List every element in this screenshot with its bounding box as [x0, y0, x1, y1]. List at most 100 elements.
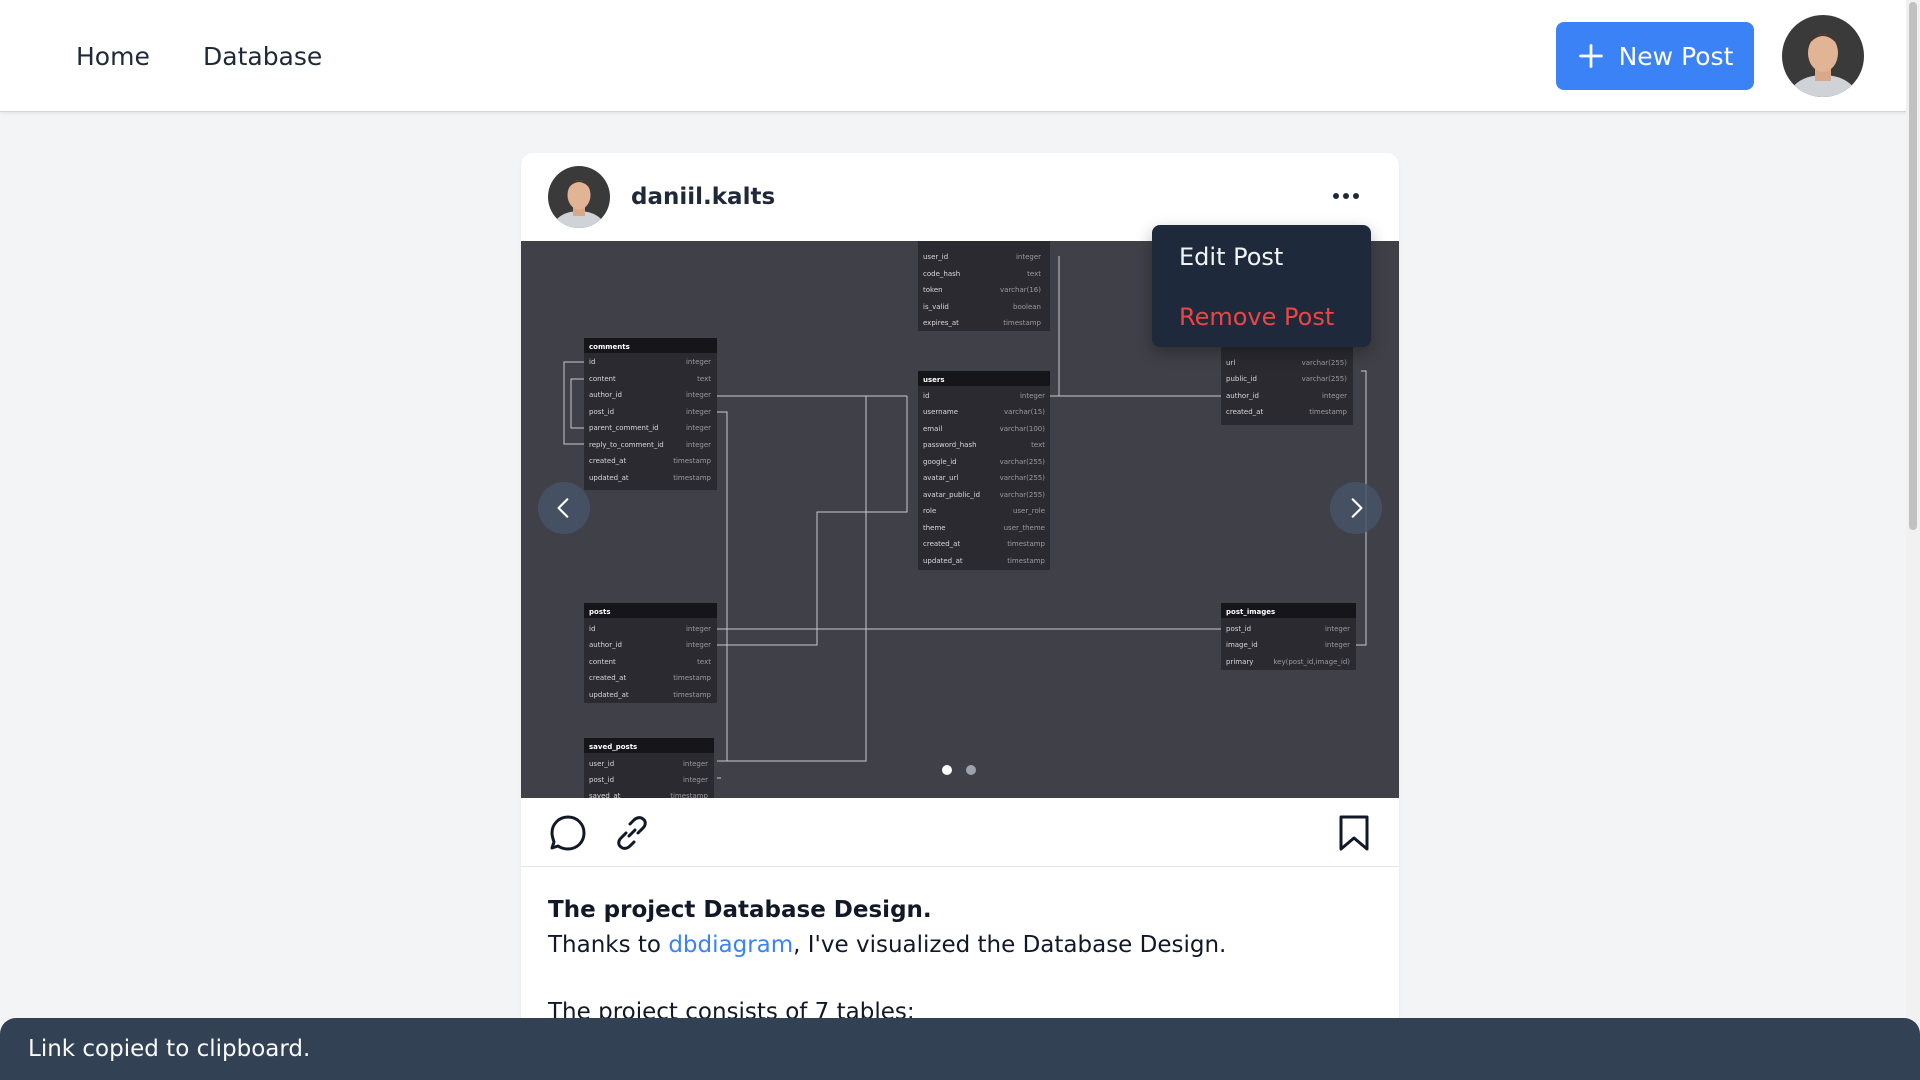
- svg-text:timestamp: timestamp: [1003, 319, 1041, 327]
- post-action-bar: [521, 798, 1399, 867]
- svg-text:content: content: [589, 658, 616, 666]
- svg-text:timestamp: timestamp: [1007, 557, 1045, 565]
- svg-text:timestamp: timestamp: [673, 474, 711, 482]
- carousel-prev-button[interactable]: [538, 482, 590, 534]
- svg-text:updated_at: updated_at: [589, 474, 629, 482]
- svg-text:integer: integer: [1322, 392, 1347, 400]
- svg-text:timestamp: timestamp: [1007, 540, 1045, 548]
- svg-text:role: role: [923, 507, 936, 515]
- carousel-next-button[interactable]: [1330, 482, 1382, 534]
- svg-text:text: text: [1031, 441, 1045, 449]
- svg-text:varchar(255): varchar(255): [1302, 359, 1348, 367]
- svg-text:created_at: created_at: [923, 540, 960, 548]
- more-options-button[interactable]: [1329, 181, 1363, 211]
- post-title: The project Database Design.: [548, 897, 932, 923]
- svg-text:integer: integer: [683, 760, 708, 768]
- user-avatar[interactable]: [1782, 15, 1864, 97]
- svg-text:users: users: [923, 376, 945, 384]
- svg-text:content: content: [589, 375, 616, 383]
- comment-icon[interactable]: [548, 813, 588, 853]
- svg-text:theme: theme: [923, 524, 946, 532]
- svg-text:integer: integer: [686, 441, 711, 449]
- post-username[interactable]: daniil.kalts: [631, 184, 775, 210]
- svg-text:varchar(16): varchar(16): [1000, 286, 1041, 294]
- diagram-table-saved-posts: saved_posts user_id integer post_id intege…: [584, 738, 714, 798]
- svg-text:post_id: post_id: [589, 776, 614, 784]
- post-author-avatar[interactable]: [548, 166, 610, 228]
- carousel-dot-2[interactable]: [966, 765, 976, 775]
- svg-text:password_hash: password_hash: [923, 441, 977, 449]
- svg-text:varchar(255): varchar(255): [1302, 375, 1348, 383]
- svg-text:author_id: author_id: [589, 391, 622, 399]
- svg-text:image_id: image_id: [1226, 641, 1258, 649]
- svg-text:varchar(100): varchar(100): [1000, 425, 1046, 433]
- nav-home-link[interactable]: Home: [76, 42, 150, 71]
- svg-text:google_id: google_id: [923, 458, 957, 466]
- more-dots-icon: [1343, 193, 1349, 199]
- chevron-left-icon: [557, 498, 569, 518]
- svg-text:expires_at: expires_at: [923, 319, 959, 327]
- svg-text:updated_at: updated_at: [923, 557, 963, 565]
- svg-text:created_at: created_at: [589, 674, 626, 682]
- carousel-indicators: [942, 765, 976, 775]
- svg-text:integer: integer: [1325, 625, 1350, 633]
- carousel-dot-1[interactable]: [942, 765, 952, 775]
- diagram-table-posts: posts id integer author_id integer content…: [584, 603, 717, 703]
- dbdiagram-link[interactable]: dbdiagram: [668, 932, 793, 958]
- svg-text:user_id: user_id: [923, 253, 948, 261]
- svg-text:integer: integer: [1016, 253, 1041, 261]
- svg-text:integer: integer: [686, 641, 711, 649]
- remove-post-menu-item[interactable]: Remove Post: [1179, 303, 1334, 331]
- svg-text:integer: integer: [686, 424, 711, 432]
- svg-text:varchar(255): varchar(255): [1000, 474, 1046, 482]
- svg-text:integer: integer: [686, 358, 711, 366]
- post-caption: The project Database Design. Thanks to d…: [548, 893, 1378, 1030]
- svg-text:email: email: [923, 425, 942, 433]
- bookmark-icon[interactable]: [1334, 813, 1374, 853]
- page-scrollbar[interactable]: [1906, 0, 1920, 1080]
- svg-text:created_at: created_at: [1226, 408, 1263, 416]
- new-post-button[interactable]: New Post: [1556, 22, 1754, 90]
- svg-text:id: id: [589, 625, 595, 633]
- svg-text:integer: integer: [686, 408, 711, 416]
- svg-text:avatar_public_id: avatar_public_id: [923, 491, 980, 499]
- svg-text:posts: posts: [589, 608, 611, 616]
- diagram-table-comments: comments id integer content text author_id…: [584, 338, 717, 490]
- svg-text:author_id: author_id: [1226, 392, 1259, 400]
- svg-text:created_at: created_at: [589, 457, 626, 465]
- svg-text:post_id: post_id: [589, 408, 614, 416]
- svg-text:url: url: [1226, 359, 1235, 367]
- svg-text:integer: integer: [683, 776, 708, 784]
- svg-text:post_images: post_images: [1226, 608, 1275, 616]
- toast-message: Link copied to clipboard.: [28, 1036, 311, 1062]
- link-icon[interactable]: [612, 813, 652, 853]
- svg-text:integer: integer: [1020, 392, 1045, 400]
- svg-text:primary: primary: [1226, 658, 1253, 666]
- svg-text:id: id: [923, 392, 929, 400]
- post-thanks-prefix: Thanks to: [548, 932, 669, 958]
- svg-text:varchar(255): varchar(255): [1000, 458, 1046, 466]
- post-thanks-line: Thanks to dbdiagram, I've visualized the…: [548, 928, 1378, 963]
- svg-text:timestamp: timestamp: [673, 457, 711, 465]
- svg-text:post_id: post_id: [1226, 625, 1251, 633]
- more-dots-icon: [1353, 193, 1359, 199]
- svg-text:user_role: user_role: [1013, 507, 1045, 515]
- svg-text:text: text: [1027, 270, 1041, 278]
- scrollbar-thumb[interactable]: [1909, 2, 1917, 530]
- svg-text:text: text: [697, 658, 711, 666]
- svg-text:public_id: public_id: [1226, 375, 1257, 383]
- diagram-table-images: url varchar(255) public_id varchar(255) au…: [1221, 341, 1353, 425]
- svg-text:author_id: author_id: [589, 641, 622, 649]
- more-dots-icon: [1333, 193, 1339, 199]
- svg-text:code_hash: code_hash: [923, 270, 960, 278]
- svg-text:user_theme: user_theme: [1004, 524, 1045, 532]
- edit-post-menu-item[interactable]: Edit Post: [1179, 243, 1283, 271]
- svg-text:updated_at: updated_at: [589, 691, 629, 699]
- nav-database-link[interactable]: Database: [203, 42, 322, 71]
- svg-text:varchar(255): varchar(255): [1000, 491, 1046, 499]
- svg-text:timestamp: timestamp: [1309, 408, 1347, 416]
- post-thanks-suffix: , I've visualized the Database Design.: [793, 932, 1227, 958]
- svg-text:timestamp: timestamp: [673, 674, 711, 682]
- svg-text:user_id: user_id: [589, 760, 614, 768]
- svg-text:id: id: [589, 358, 595, 366]
